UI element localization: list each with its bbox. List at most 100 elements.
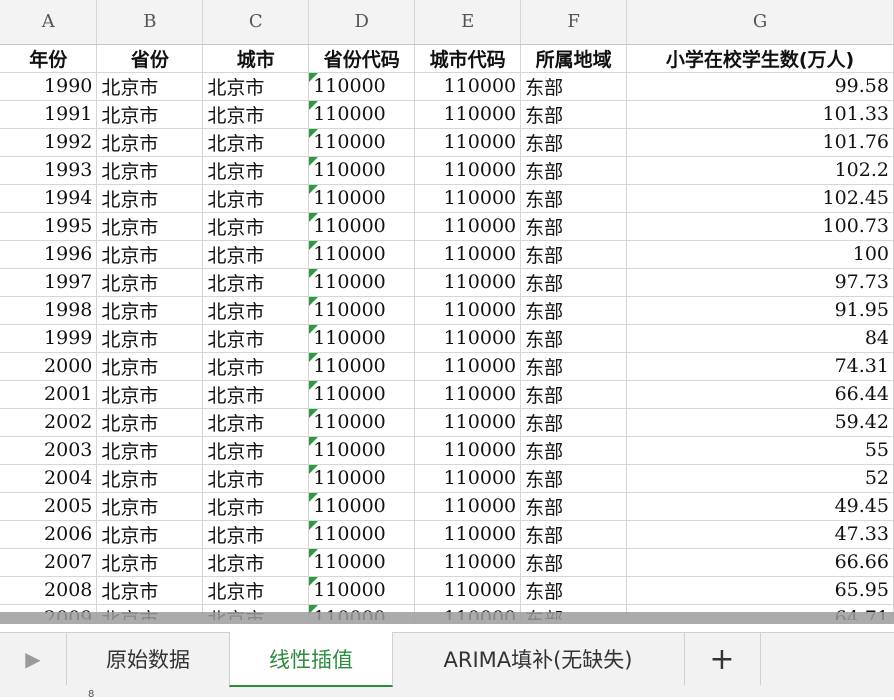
tab-arima-fill[interactable]: ARIMA填补(无缺失) <box>392 633 685 685</box>
cell-city[interactable]: 北京市 <box>202 100 310 129</box>
cell-year[interactable]: 1993 <box>0 156 98 185</box>
cell-province[interactable]: 北京市 <box>96 324 204 353</box>
cell-province-code[interactable]: 110000 <box>308 576 416 605</box>
cell-year[interactable]: 1999 <box>0 324 98 353</box>
cell-students[interactable]: 97.73 <box>626 268 894 297</box>
cell-city[interactable]: 北京市 <box>202 212 310 241</box>
cell-province-code[interactable]: 110000 <box>308 436 416 465</box>
cell-province[interactable]: 北京市 <box>96 72 204 101</box>
cell-students[interactable]: 66.44 <box>626 380 894 409</box>
header-region[interactable]: 所属地域 <box>520 44 628 73</box>
cell-province-code[interactable]: 110000 <box>308 492 416 521</box>
cell-province[interactable]: 北京市 <box>96 184 204 213</box>
cell-city[interactable]: 北京市 <box>202 436 310 465</box>
cell-province[interactable]: 北京市 <box>96 352 204 381</box>
cell-city-code[interactable]: 110000 <box>414 380 522 409</box>
cell-students[interactable]: 52 <box>626 464 894 493</box>
column-header-a[interactable]: A <box>0 0 98 45</box>
cell-province-code[interactable]: 110000 <box>308 408 416 437</box>
cell-city[interactable]: 北京市 <box>202 184 310 213</box>
cell-year[interactable]: 1998 <box>0 296 98 325</box>
cell-year[interactable]: 1994 <box>0 184 98 213</box>
cell-region[interactable]: 东部 <box>520 128 628 157</box>
cell-students[interactable]: 66.66 <box>626 548 894 577</box>
tab-linear-interpolation[interactable]: 线性插值 <box>229 632 393 687</box>
cell-year[interactable]: 1995 <box>0 212 98 241</box>
cell-province-code[interactable]: 110000 <box>308 380 416 409</box>
cell-region[interactable]: 东部 <box>520 352 628 381</box>
cell-region[interactable]: 东部 <box>520 100 628 129</box>
column-header-d[interactable]: D <box>308 0 416 45</box>
cell-region[interactable]: 东部 <box>520 72 628 101</box>
cell-city-code[interactable]: 110000 <box>414 128 522 157</box>
cell-city[interactable]: 北京市 <box>202 128 310 157</box>
cell-students[interactable]: 65.95 <box>626 576 894 605</box>
cell-city-code[interactable]: 110000 <box>414 296 522 325</box>
cell-students[interactable]: 59.42 <box>626 408 894 437</box>
cell-year[interactable]: 2004 <box>0 464 98 493</box>
cell-province-code[interactable]: 110000 <box>308 296 416 325</box>
cell-city-code[interactable]: 110000 <box>414 520 522 549</box>
cell-province-code[interactable]: 110000 <box>308 212 416 241</box>
cell-year[interactable]: 1992 <box>0 128 98 157</box>
cell-students[interactable]: 102.45 <box>626 184 894 213</box>
freeze-pane-divider[interactable] <box>0 612 894 624</box>
cell-province[interactable]: 北京市 <box>96 492 204 521</box>
spreadsheet-grid[interactable]: A B C D E F G 年份 省份 城市 省份代码 城市代码 所属地域 小学… <box>0 0 894 620</box>
cell-city-code[interactable]: 110000 <box>414 408 522 437</box>
cell-region[interactable]: 东部 <box>520 520 628 549</box>
cell-students[interactable]: 91.95 <box>626 296 894 325</box>
cell-city[interactable]: 北京市 <box>202 352 310 381</box>
cell-province-code[interactable]: 110000 <box>308 128 416 157</box>
cell-region[interactable]: 东部 <box>520 240 628 269</box>
cell-city[interactable]: 北京市 <box>202 380 310 409</box>
header-city-code[interactable]: 城市代码 <box>414 44 522 73</box>
cell-city[interactable]: 北京市 <box>202 156 310 185</box>
cell-city-code[interactable]: 110000 <box>414 212 522 241</box>
cell-province-code[interactable]: 110000 <box>308 324 416 353</box>
cell-province[interactable]: 北京市 <box>96 464 204 493</box>
cell-city-code[interactable]: 110000 <box>414 464 522 493</box>
cell-students[interactable]: 84 <box>626 324 894 353</box>
cell-students[interactable]: 99.58 <box>626 72 894 101</box>
header-year[interactable]: 年份 <box>0 44 98 73</box>
cell-province[interactable]: 北京市 <box>96 380 204 409</box>
column-header-e[interactable]: E <box>414 0 522 45</box>
cell-year[interactable]: 2008 <box>0 576 98 605</box>
cell-province-code[interactable]: 110000 <box>308 268 416 297</box>
cell-province-code[interactable]: 110000 <box>308 464 416 493</box>
add-sheet-button[interactable]: + <box>684 633 761 685</box>
cell-city[interactable]: 北京市 <box>202 492 310 521</box>
cell-city-code[interactable]: 110000 <box>414 156 522 185</box>
cell-students[interactable]: 102.2 <box>626 156 894 185</box>
cell-province[interactable]: 北京市 <box>96 408 204 437</box>
cell-city[interactable]: 北京市 <box>202 548 310 577</box>
cell-province[interactable]: 北京市 <box>96 520 204 549</box>
cell-year[interactable]: 2006 <box>0 520 98 549</box>
cell-region[interactable]: 东部 <box>520 324 628 353</box>
cell-city-code[interactable]: 110000 <box>414 100 522 129</box>
cell-students[interactable]: 101.33 <box>626 100 894 129</box>
cell-province[interactable]: 北京市 <box>96 156 204 185</box>
cell-region[interactable]: 东部 <box>520 268 628 297</box>
cell-year[interactable]: 1991 <box>0 100 98 129</box>
cell-province[interactable]: 北京市 <box>96 436 204 465</box>
cell-students[interactable]: 55 <box>626 436 894 465</box>
cell-region[interactable]: 东部 <box>520 212 628 241</box>
cell-city[interactable]: 北京市 <box>202 268 310 297</box>
cell-year[interactable]: 2002 <box>0 408 98 437</box>
cell-year[interactable]: 1990 <box>0 72 98 101</box>
cell-year[interactable]: 2001 <box>0 380 98 409</box>
cell-region[interactable]: 东部 <box>520 492 628 521</box>
cell-province[interactable]: 北京市 <box>96 240 204 269</box>
cell-city[interactable]: 北京市 <box>202 72 310 101</box>
cell-province-code[interactable]: 110000 <box>308 156 416 185</box>
cell-year[interactable]: 1997 <box>0 268 98 297</box>
header-province[interactable]: 省份 <box>96 44 204 73</box>
cell-students[interactable]: 74.31 <box>626 352 894 381</box>
cell-region[interactable]: 东部 <box>520 184 628 213</box>
cell-year[interactable]: 2000 <box>0 352 98 381</box>
cell-year[interactable]: 2005 <box>0 492 98 521</box>
column-header-g[interactable]: G <box>626 0 894 45</box>
column-header-f[interactable]: F <box>520 0 628 45</box>
